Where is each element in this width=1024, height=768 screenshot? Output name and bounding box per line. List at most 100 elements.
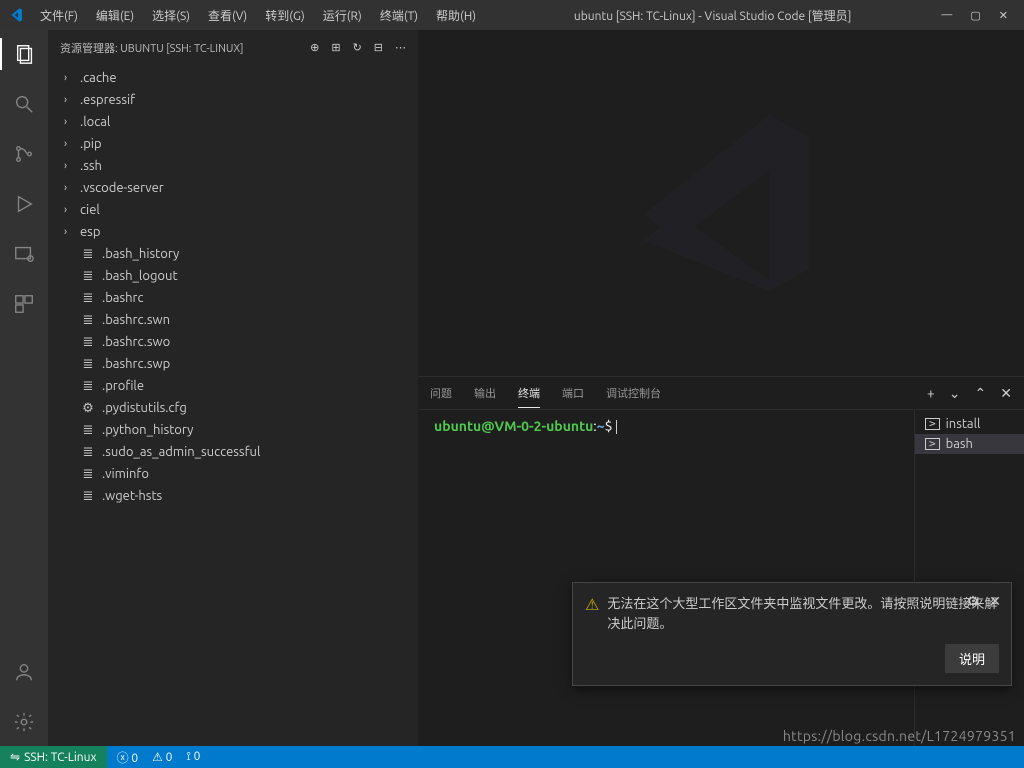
- terminal-view[interactable]: ubuntu@VM-0-2-ubuntu:~$: [418, 410, 914, 746]
- terminal-icon: >: [925, 418, 940, 430]
- tab-debug-console[interactable]: 调试控制台: [606, 379, 661, 407]
- more-icon[interactable]: ⋯: [395, 41, 406, 54]
- file-icon: ≣: [80, 313, 96, 328]
- extensions-icon[interactable]: [0, 288, 48, 320]
- terminal-session[interactable]: >bash: [915, 434, 1024, 454]
- tree-folder[interactable]: ›.espressif: [48, 89, 418, 111]
- terminal-session[interactable]: >install: [915, 414, 1024, 434]
- file-icon: ≣: [80, 357, 96, 372]
- tree-file[interactable]: ⚙.pydistutils.cfg: [48, 397, 418, 419]
- prompt-user: ubuntu@VM-0-2-ubuntu: [434, 418, 593, 434]
- minimize-icon[interactable]: —: [941, 9, 952, 22]
- status-warnings[interactable]: ⚠ 0: [152, 750, 172, 764]
- tree-folder[interactable]: ›.pip: [48, 133, 418, 155]
- chevron-right-icon: ›: [64, 204, 74, 216]
- chevron-right-icon: ›: [64, 72, 74, 84]
- prompt-path: ~: [597, 418, 605, 434]
- tree-file[interactable]: ≣.python_history: [48, 419, 418, 441]
- tab-problems[interactable]: 问题: [430, 379, 452, 407]
- tree-folder[interactable]: ›.ssh: [48, 155, 418, 177]
- menu-help[interactable]: 帮助(H): [428, 3, 484, 28]
- file-icon: ≣: [80, 489, 96, 504]
- file-tree: ›.cache ›.espressif ›.local ›.pip ›.ssh …: [48, 65, 418, 509]
- chevron-right-icon: ›: [64, 116, 74, 128]
- run-debug-icon[interactable]: [0, 188, 48, 220]
- maximize-icon[interactable]: ▢: [970, 9, 980, 22]
- bottom-panel: 问题 输出 终端 端口 调试控制台 + ⌄ ⌃ ✕ ubuntu@VM-0-2-…: [418, 376, 1024, 746]
- menu-bar: 文件(F) 编辑(E) 选择(S) 查看(V) 转到(G) 运行(R) 终端(T…: [32, 3, 484, 28]
- tree-file[interactable]: ≣.bashrc.swo: [48, 331, 418, 353]
- menu-edit[interactable]: 编辑(E): [88, 3, 142, 28]
- window-controls: — ▢ ✕: [941, 9, 1016, 22]
- tree-folder[interactable]: ›esp: [48, 221, 418, 243]
- sidebar-title: 资源管理器: UBUNTU [SSH: TC-LINUX]: [60, 40, 244, 56]
- notification-action-button[interactable]: 说明: [945, 644, 999, 673]
- status-bar: ⇋ SSH: TC-Linux ⓧ 0 ⚠ 0 ⟟ 0: [0, 746, 1024, 768]
- chevron-right-icon: ›: [64, 226, 74, 238]
- menu-go[interactable]: 转到(G): [257, 3, 313, 28]
- tree-file[interactable]: ≣.bashrc: [48, 287, 418, 309]
- notification-text: 无法在这个大型工作区文件夹中监视文件更改。请按照说明链接来解决此问题。: [607, 595, 999, 634]
- tree-folder[interactable]: ›.vscode-server: [48, 177, 418, 199]
- remote-icon: ⇋: [10, 750, 20, 764]
- file-icon: ≣: [80, 467, 96, 482]
- refresh-icon[interactable]: ↻: [353, 41, 362, 54]
- tree-file[interactable]: ≣.profile: [48, 375, 418, 397]
- file-icon: ≣: [80, 335, 96, 350]
- tab-output[interactable]: 输出: [474, 379, 496, 407]
- prompt-dollar: $: [605, 418, 613, 434]
- settings-icon[interactable]: [0, 706, 48, 738]
- terminal-icon: >: [925, 438, 940, 450]
- tree-file[interactable]: ≣.bashrc.swn: [48, 309, 418, 331]
- menu-select[interactable]: 选择(S): [144, 3, 198, 28]
- tree-file[interactable]: ≣.viminfo: [48, 463, 418, 485]
- close-icon[interactable]: ✕: [999, 9, 1008, 22]
- editor-area: 问题 输出 终端 端口 调试控制台 + ⌄ ⌃ ✕ ubuntu@VM-0-2-…: [418, 30, 1024, 746]
- tree-folder[interactable]: ›.cache: [48, 67, 418, 89]
- sidebar-explorer: 资源管理器: UBUNTU [SSH: TC-LINUX] ⊕ ⊞ ↻ ⊟ ⋯ …: [48, 30, 418, 746]
- new-file-icon[interactable]: ⊕: [310, 41, 319, 54]
- notification-close-icon[interactable]: ✕: [989, 593, 1001, 610]
- empty-editor: [418, 30, 1024, 376]
- menu-file[interactable]: 文件(F): [32, 3, 86, 28]
- file-icon: ≣: [80, 291, 96, 306]
- close-panel-icon[interactable]: ✕: [1000, 385, 1012, 402]
- explorer-icon[interactable]: [0, 38, 48, 70]
- tree-file[interactable]: ≣.bashrc.swp: [48, 353, 418, 375]
- account-icon[interactable]: [0, 656, 48, 688]
- tree-file[interactable]: ≣.bash_history: [48, 243, 418, 265]
- tab-terminal[interactable]: 终端: [518, 379, 540, 408]
- file-icon: ≣: [80, 423, 96, 438]
- cursor: [616, 420, 617, 434]
- tree-file[interactable]: ≣.wget-hsts: [48, 485, 418, 507]
- search-icon[interactable]: [0, 88, 48, 120]
- status-radio[interactable]: ⟟ 0: [186, 750, 200, 764]
- file-icon: ≣: [80, 269, 96, 284]
- source-watermark: https://blog.csdn.net/L1724979351: [783, 728, 1016, 744]
- new-folder-icon[interactable]: ⊞: [331, 41, 340, 54]
- terminal-list: >install >bash: [914, 410, 1024, 746]
- tree-folder[interactable]: ›ciel: [48, 199, 418, 221]
- vscode-logo-icon: [8, 7, 24, 23]
- tree-file[interactable]: ≣.bash_logout: [48, 265, 418, 287]
- chevron-right-icon: ›: [64, 182, 74, 194]
- gear-icon: ⚙: [80, 401, 96, 416]
- chevron-right-icon: ›: [64, 138, 74, 150]
- new-terminal-icon[interactable]: +: [927, 385, 935, 402]
- source-control-icon[interactable]: [0, 138, 48, 170]
- menu-view[interactable]: 查看(V): [200, 3, 255, 28]
- chevron-up-icon[interactable]: ⌃: [975, 385, 987, 402]
- collapse-icon[interactable]: ⊟: [374, 41, 383, 54]
- chevron-down-icon[interactable]: ⌄: [949, 385, 961, 402]
- tab-ports[interactable]: 端口: [562, 379, 584, 407]
- status-errors[interactable]: ⓧ 0: [117, 749, 139, 766]
- tree-folder[interactable]: ›.local: [48, 111, 418, 133]
- tree-file[interactable]: ≣.sudo_as_admin_successful: [48, 441, 418, 463]
- menu-terminal[interactable]: 终端(T): [372, 3, 426, 28]
- window-title: ubuntu [SSH: TC-Linux] - Visual Studio C…: [484, 7, 941, 24]
- status-remote[interactable]: ⇋ SSH: TC-Linux: [0, 746, 107, 768]
- remote-explorer-icon[interactable]: [0, 238, 48, 270]
- file-icon: ≣: [80, 445, 96, 460]
- menu-run[interactable]: 运行(R): [315, 3, 370, 28]
- notification-gear-icon[interactable]: ⚙: [967, 593, 980, 610]
